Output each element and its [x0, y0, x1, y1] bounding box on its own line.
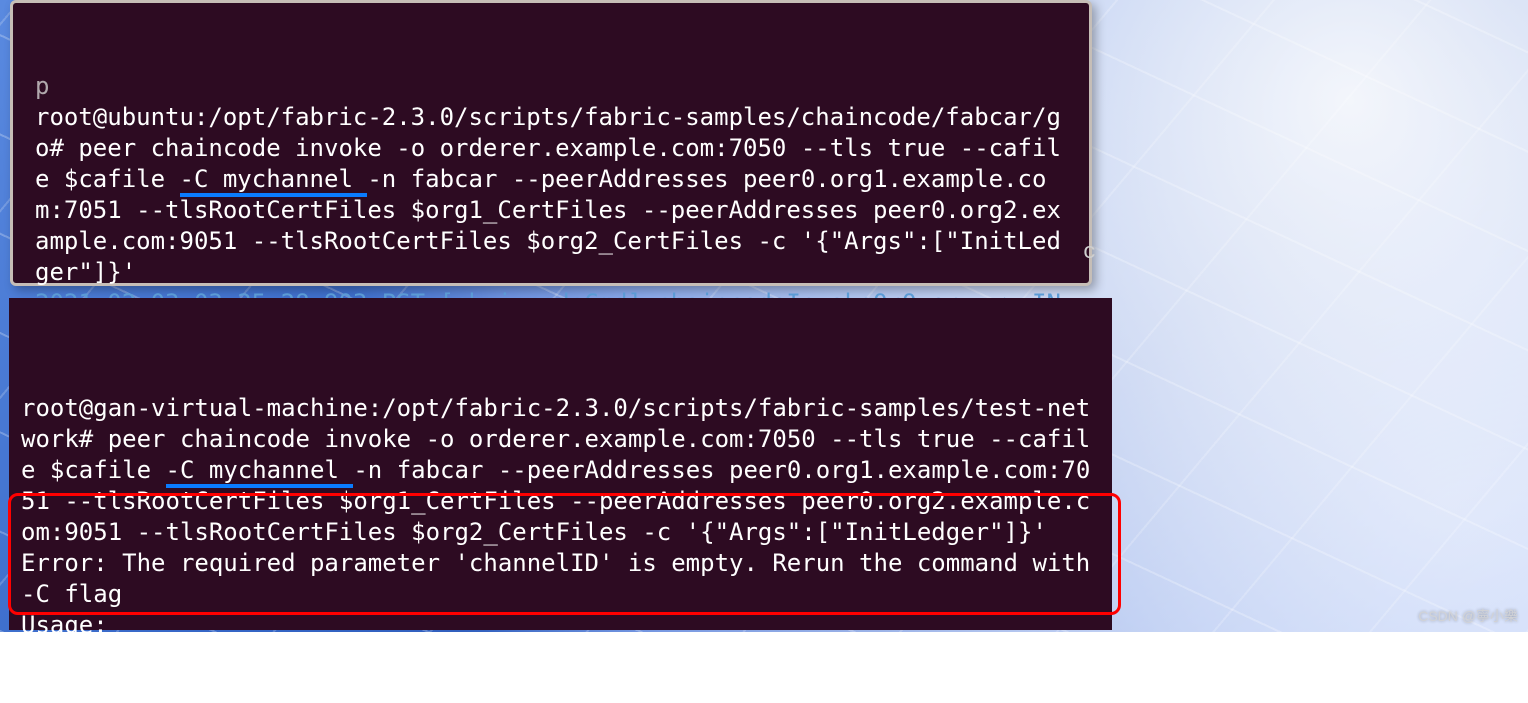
watermark-text: CSDN @寧小樂 — [1418, 606, 1518, 626]
command-1-channel-flag-b: nnel — [295, 165, 367, 197]
command-2-channel-flag-a: -C myc — [166, 456, 253, 488]
terminal-bottom[interactable]: root@gan-virtual-machine:/opt/fabric-2.3… — [9, 298, 1112, 630]
error-line: Error: The required parameter 'channelID… — [21, 549, 1105, 608]
stray-char: c — [1083, 240, 1096, 265]
command-1-channel-flag-a: -C mycha — [180, 165, 296, 197]
usage-command: peer chaincode invoke [flags] — [21, 642, 469, 670]
command-2-channel-flag-b: hannel — [252, 456, 353, 488]
prev-output-tail: p — [35, 72, 49, 100]
usage-label: Usage: — [21, 611, 108, 639]
terminal-top[interactable]: p root@ubuntu:/opt/fabric-2.3.0/scripts/… — [10, 0, 1092, 286]
terminal-bottom-content: root@gan-virtual-machine:/opt/fabric-2.3… — [21, 393, 1100, 672]
